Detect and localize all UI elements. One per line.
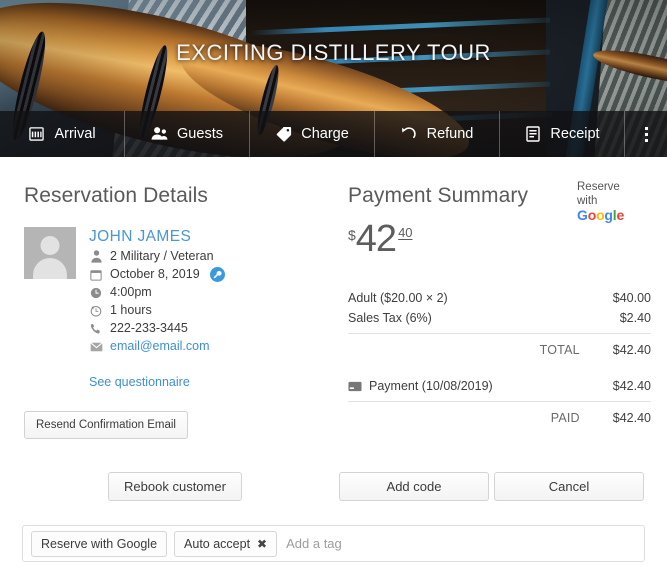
line-item-label: Adult ($20.00 × 2)	[348, 291, 448, 305]
customer-block: JOHN JAMES 2 Military / Veteran October …	[24, 227, 336, 354]
tag-icon	[275, 125, 292, 142]
resend-confirmation-email-button[interactable]: Resend Confirmation Email	[24, 411, 188, 439]
detail-duration-text: 1 hours	[110, 303, 152, 317]
tab-refund[interactable]: Refund	[375, 111, 500, 157]
price-currency: $	[348, 227, 356, 243]
detail-email-link[interactable]: email@email.com	[110, 339, 210, 354]
line-item-row: Sales Tax (6%) $2.40	[348, 308, 651, 328]
tab-arrival[interactable]: Arrival	[0, 111, 125, 157]
detail-phone-text: 222-233-3445	[110, 321, 188, 335]
rebook-customer-button[interactable]: Rebook customer	[108, 472, 242, 501]
tab-receipt-label: Receipt	[550, 125, 600, 142]
detail-time-text: 4:00pm	[110, 285, 152, 299]
line-item-amount: $2.40	[619, 311, 651, 325]
tab-refund-label: Refund	[426, 125, 474, 142]
add-code-button[interactable]: Add code	[339, 472, 489, 501]
resend-confirmation-wrap: Resend Confirmation Email	[24, 411, 336, 439]
more-options-button[interactable]	[625, 111, 667, 157]
people-icon	[151, 125, 168, 142]
page-content: Reservation Details JOHN JAMES 2 Militar…	[0, 157, 667, 573]
detail-duration: 1 hours	[89, 303, 225, 318]
tab-guests-label: Guests	[177, 125, 223, 142]
tag-chip-label: Auto accept	[184, 536, 251, 551]
envelope-icon	[89, 340, 103, 354]
payment-row-label-wrap: Payment (10/08/2019)	[348, 379, 493, 393]
paid-row: PAID $42.40	[348, 403, 651, 429]
phone-icon	[89, 322, 103, 336]
remove-tag-icon[interactable]: ✖	[257, 538, 267, 550]
cancel-button[interactable]: Cancel	[494, 472, 644, 501]
undo-arrow-icon	[401, 125, 418, 142]
payment-row-amount: $42.40	[612, 379, 651, 393]
duration-icon	[89, 304, 103, 318]
reservation-details-panel: Reservation Details JOHN JAMES 2 Militar…	[0, 157, 336, 439]
total-row: TOTAL $42.40	[348, 335, 651, 361]
total-price-display: $ 42 40	[348, 220, 651, 258]
line-item-amount: $40.00	[612, 291, 651, 305]
calendar-icon	[28, 125, 45, 142]
tag-chip-auto-accept[interactable]: Auto accept ✖	[174, 530, 278, 557]
detail-date: October 8, 2019	[89, 267, 225, 282]
line-item-label: Sales Tax (6%)	[348, 311, 432, 325]
calendar-icon	[89, 268, 103, 282]
reservation-detail-page: EXCITING DISTILLERY TOUR Arrival Guests	[0, 0, 667, 573]
page-title: EXCITING DISTILLERY TOUR	[176, 40, 491, 65]
clock-icon	[89, 286, 103, 300]
reserve-with-google-logo: Reserve with Google	[577, 181, 651, 223]
price-cents: 40	[398, 225, 413, 240]
credit-card-icon	[348, 381, 362, 391]
paid-amount: $42.40	[612, 411, 651, 425]
overflow-menu-icon	[644, 126, 648, 142]
payment-line-items: Adult ($20.00 × 2) $40.00 Sales Tax (6%)…	[348, 288, 651, 429]
tag-chip-label: Reserve with Google	[41, 536, 158, 551]
total-label: TOTAL	[539, 343, 580, 357]
tab-receipt[interactable]: Receipt	[500, 111, 625, 157]
add-tag-input[interactable]	[284, 536, 636, 551]
reservation-details-heading: Reservation Details	[24, 184, 208, 207]
person-icon	[89, 250, 103, 264]
price-whole: 42	[355, 218, 397, 260]
tab-charge[interactable]: Charge	[250, 111, 375, 157]
receipt-icon	[524, 125, 541, 142]
detail-party-size-text: 2 Military / Veteran	[110, 249, 214, 263]
see-questionnaire-link[interactable]: See questionnaire	[89, 375, 336, 389]
hero-banner: EXCITING DISTILLERY TOUR Arrival Guests	[0, 0, 667, 157]
rwg-line2: with	[577, 194, 598, 207]
reserve-with-google-badge-icon	[209, 267, 225, 282]
paid-label: PAID	[550, 411, 580, 425]
google-wordmark-icon: Google	[577, 207, 625, 223]
line-item-row: Adult ($20.00 × 2) $40.00	[348, 288, 651, 308]
payment-summary-panel: Payment Summary Reserve with Google $ 42…	[336, 157, 667, 439]
tab-charge-label: Charge	[301, 125, 349, 142]
tab-guests[interactable]: Guests	[125, 111, 250, 157]
detail-date-text: October 8, 2019	[110, 267, 200, 281]
total-amount: $42.40	[612, 343, 651, 357]
payment-row: Payment (10/08/2019) $42.40	[348, 376, 651, 396]
action-toolbar: Arrival Guests Charge Refund Receipt	[0, 111, 667, 157]
rwg-line1: Reserve	[577, 181, 620, 193]
avatar	[24, 227, 76, 279]
divider	[348, 401, 651, 402]
divider	[348, 333, 651, 334]
detail-phone: 222-233-3445	[89, 321, 225, 336]
detail-time: 4:00pm	[89, 285, 225, 300]
customer-name[interactable]: JOHN JAMES	[89, 228, 225, 246]
detail-party-size: 2 Military / Veteran	[89, 249, 225, 264]
tab-arrival-label: Arrival	[54, 125, 96, 142]
tag-chip-reserve-with-google[interactable]: Reserve with Google	[31, 530, 168, 557]
action-buttons-row: Rebook customer Add code Cancel	[0, 472, 667, 512]
detail-email: email@email.com	[89, 339, 225, 354]
payment-row-label: Payment (10/08/2019)	[369, 379, 493, 393]
tag-input-bar[interactable]: Reserve with Google Auto accept ✖	[22, 525, 645, 562]
